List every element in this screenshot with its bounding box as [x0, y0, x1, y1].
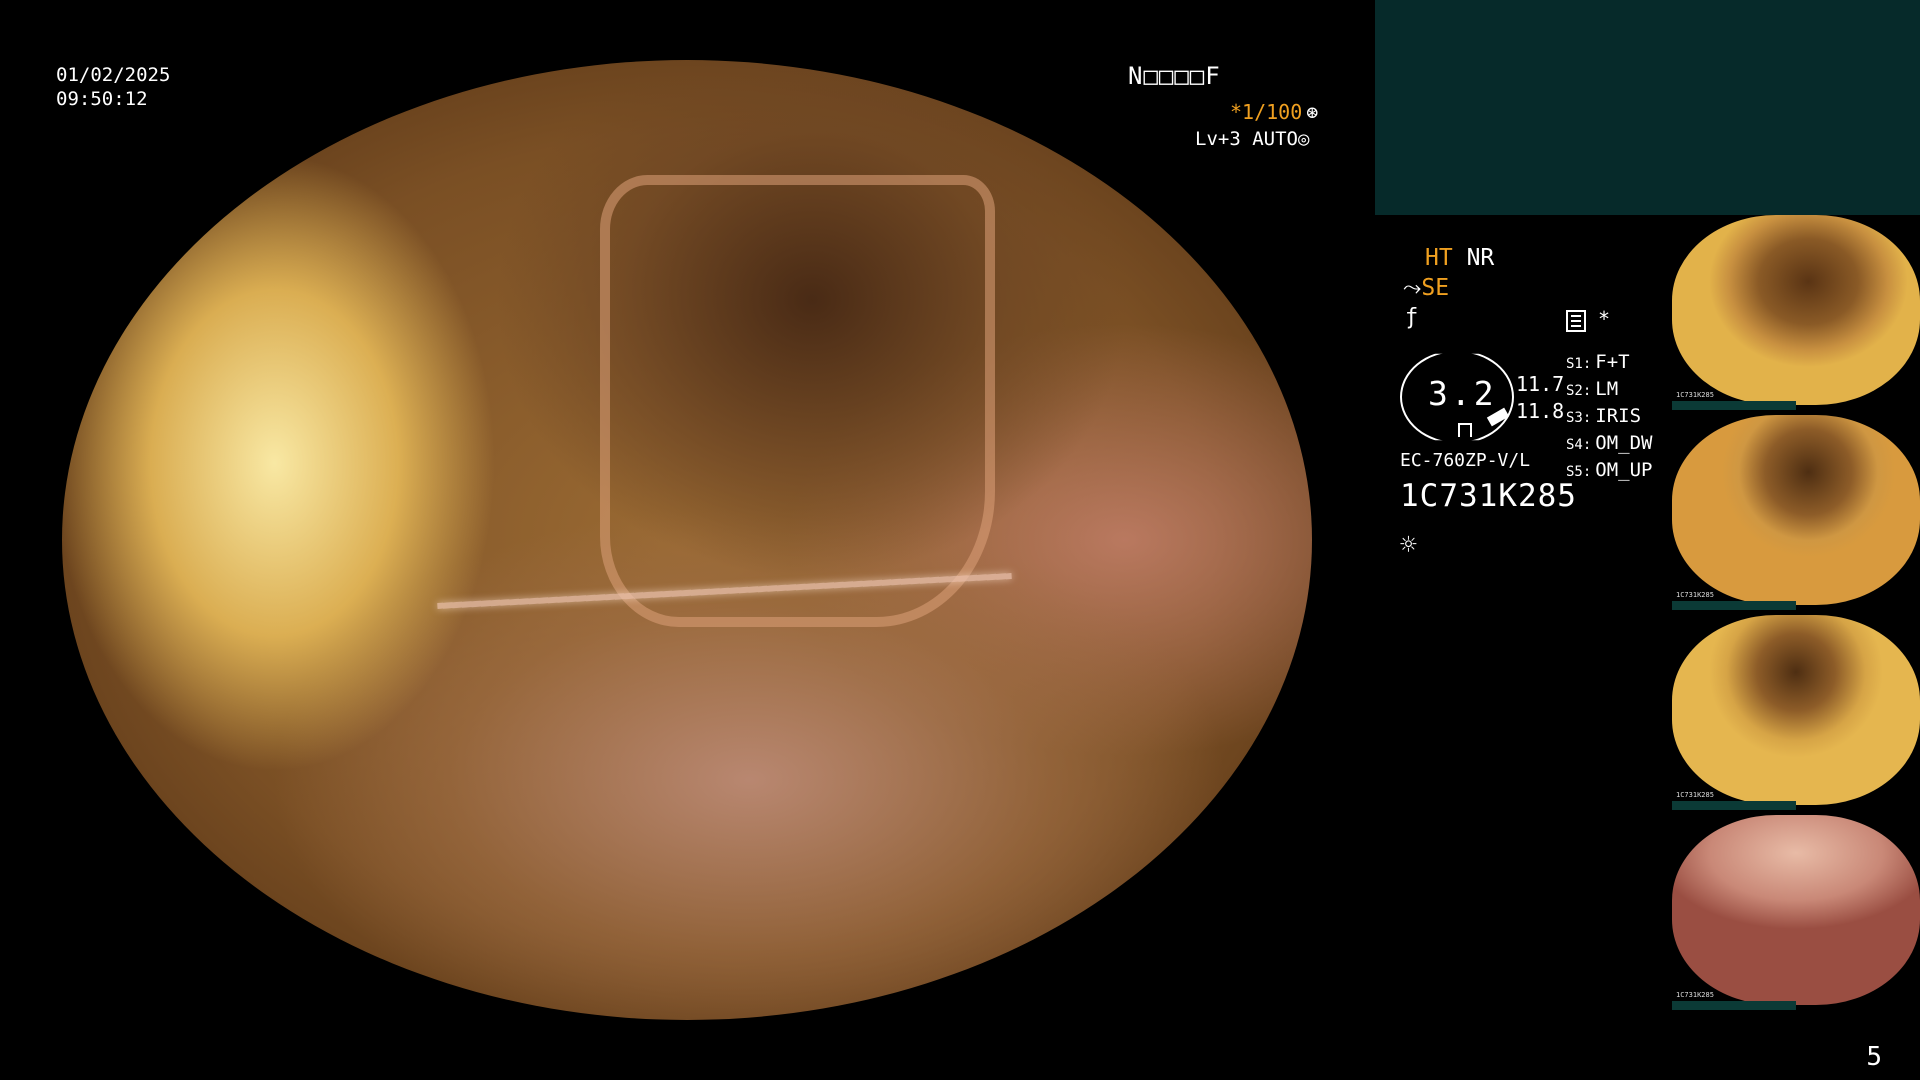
time-readout: 09:50:12: [56, 88, 148, 110]
thumbnail-serial-1: 1C731K285: [1676, 391, 1714, 399]
capture-thumbnail-4[interactable]: [1672, 815, 1920, 1005]
setting-s4: S4: OM_DW: [1566, 432, 1653, 454]
capture-thumbnail-2[interactable]: [1672, 415, 1920, 605]
shutter-indicator: *1/100 ⊛: [1230, 100, 1318, 124]
gauge-mark-icon: [1458, 423, 1472, 437]
auto-icon: ◎: [1297, 128, 1310, 150]
thumbnail-bar-2: [1672, 601, 1796, 610]
info-display-box: [1375, 0, 1920, 215]
list-icon: [1566, 309, 1586, 332]
thumbnail-bar-1: [1672, 401, 1796, 410]
setting-s1: S1: F+T: [1566, 351, 1630, 373]
thumbnail-serial-4: 1C731K285: [1676, 991, 1714, 999]
endoscopy-screen: 01/02/2025 09:50:12 N□□□□F *1/100 ⊛ Lv+3 …: [0, 0, 1920, 1080]
scope-model: EC-760ZP-V/L: [1400, 450, 1531, 471]
setting-s3: S3: IRIS: [1566, 405, 1642, 427]
shutter-value: *1/100: [1230, 100, 1303, 124]
patient-code: N□□□□F: [1128, 62, 1221, 90]
star-mark: *: [1598, 307, 1611, 331]
mode-row-se: ⤳SE: [1403, 275, 1449, 301]
endoscope-live-view: [62, 60, 1312, 1020]
mode-se: SE: [1421, 275, 1450, 301]
capture-thumbnail-1[interactable]: [1672, 215, 1920, 405]
mode-nr: NR: [1466, 245, 1495, 271]
setting-s5: S5: OM_UP: [1566, 459, 1653, 481]
thumbnail-bar-4: [1672, 1001, 1796, 1010]
level-value: Lv+3 AUTO: [1195, 128, 1298, 150]
capture-thumbnail-3[interactable]: [1672, 615, 1920, 805]
date-readout: 01/02/2025: [56, 64, 171, 86]
zoom-value: 3.2: [1428, 374, 1497, 413]
reading-1: 11.7: [1516, 372, 1565, 396]
function-icon: ƒ: [1405, 305, 1419, 330]
thumbnail-serial-3: 1C731K285: [1676, 791, 1714, 799]
thumbnail-bar-3: [1672, 801, 1796, 810]
shutter-icon: ⊛: [1306, 100, 1319, 124]
thumbnail-serial-2: 1C731K285: [1676, 591, 1714, 599]
settings-list: S1: F+T S2: LM S3: IRIS S4: OM_DW S5: OM_UP: [1566, 350, 1653, 485]
page-number: 5: [1866, 1042, 1882, 1072]
setting-s2: S2: LM: [1566, 378, 1619, 400]
scope-serial: 1C731K285: [1400, 478, 1577, 514]
light-icon: ☼: [1400, 528, 1417, 561]
mode-row-ht: HT NR: [1425, 245, 1494, 271]
record-indicator: *: [1566, 307, 1610, 332]
mode-ht: HT: [1425, 245, 1453, 271]
reading-2: 11.8: [1516, 399, 1565, 423]
level-indicator: Lv+3 AUTO◎: [1195, 128, 1309, 150]
structure-enhance-icon: ⤳: [1403, 275, 1422, 301]
